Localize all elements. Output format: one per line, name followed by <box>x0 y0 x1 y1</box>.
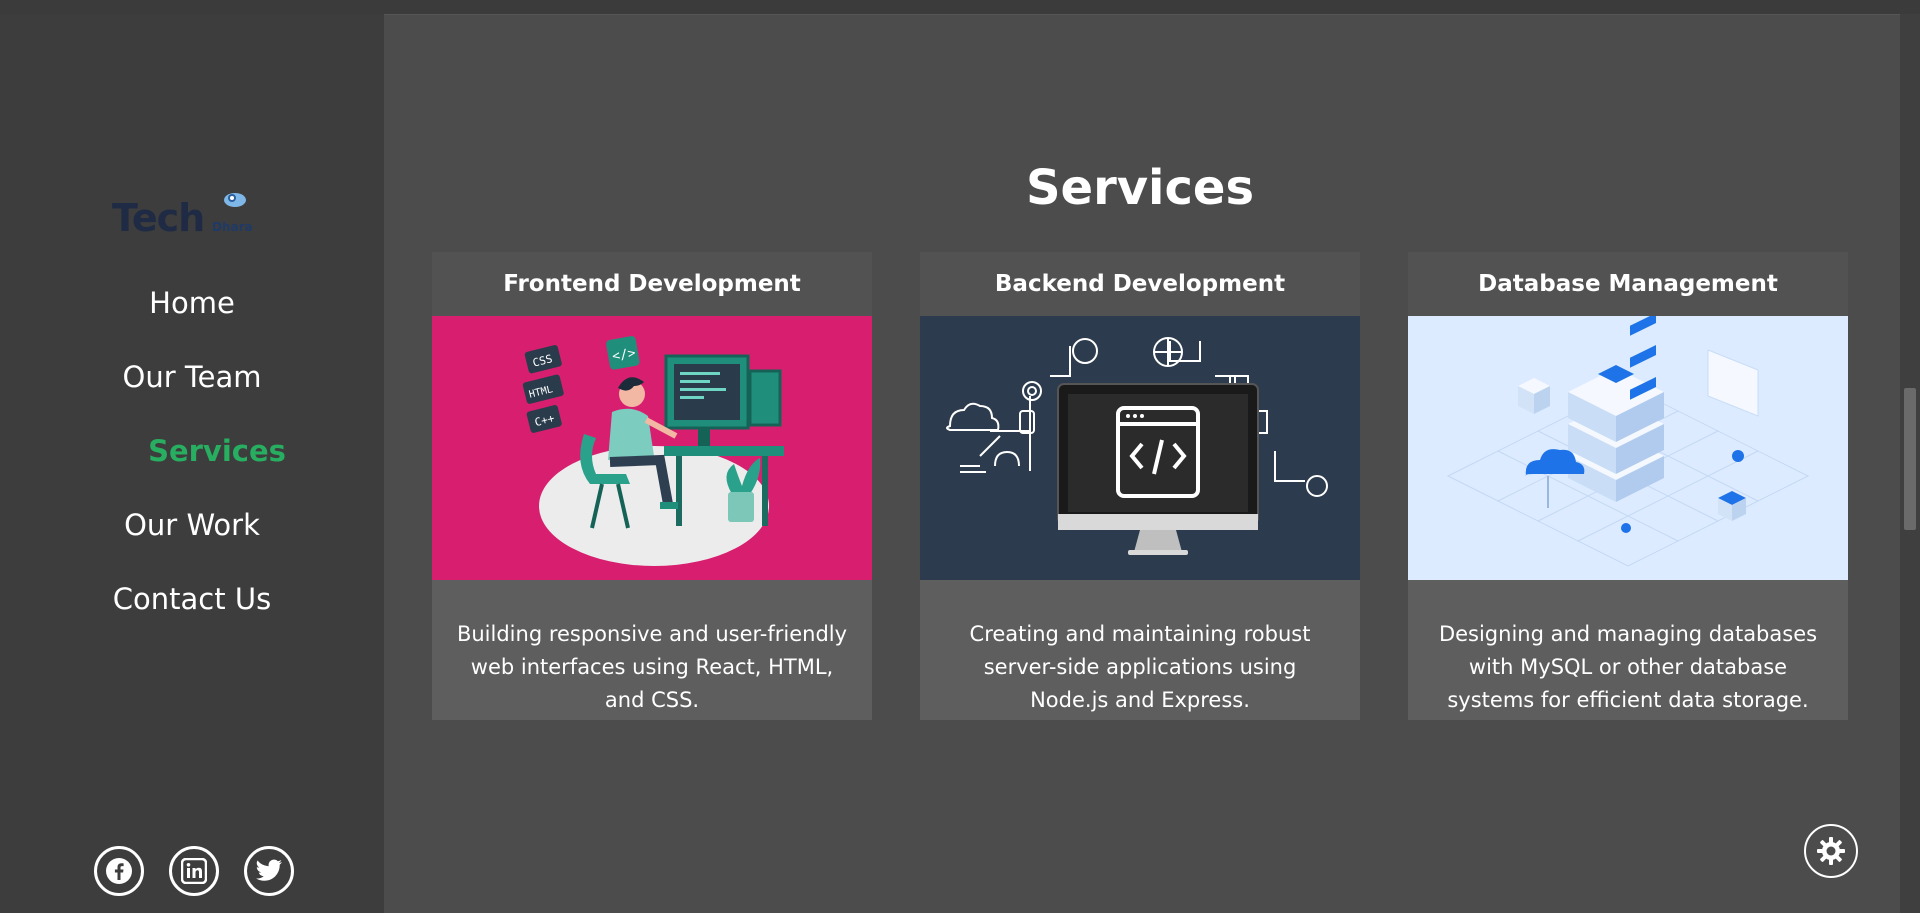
card-description: Building responsive and user-friendly we… <box>456 622 848 712</box>
twitter-icon <box>256 859 282 881</box>
brand-name: Tech <box>112 196 205 240</box>
linkedin-link[interactable] <box>169 846 219 896</box>
developer-at-desk-illustration: CSS HTML C++ </> <box>432 316 872 580</box>
gear-icon <box>1817 837 1845 865</box>
main-content: Services Frontend Development CSS HTML C… <box>384 14 1900 913</box>
logo-mark-icon <box>224 193 246 207</box>
nav-our-team[interactable]: Our Team <box>0 340 384 414</box>
facebook-icon <box>106 858 132 884</box>
card-description: Creating and maintaining robust server-s… <box>969 622 1311 712</box>
nav-contact-us[interactable]: Contact Us <box>0 562 384 636</box>
facebook-link[interactable] <box>94 846 144 896</box>
twitter-link[interactable] <box>244 846 294 896</box>
sidebar: Tech Dhara Home Our Team Services Our Wo… <box>0 14 384 913</box>
linkedin-icon <box>181 858 207 884</box>
server-database-illustration <box>1408 316 1848 580</box>
card-title: Frontend Development <box>432 252 872 316</box>
theme-toggle-button[interactable] <box>1804 824 1858 878</box>
main-nav: Home Our Team Services Our Work Contact … <box>0 266 384 636</box>
nav-home[interactable]: Home <box>0 266 384 340</box>
scrollbar-thumb[interactable] <box>1904 388 1916 530</box>
service-card-database: Database Management Designing and managi… <box>1408 252 1848 720</box>
browser-top-bar <box>0 0 1920 15</box>
card-title: Database Management <box>1408 252 1848 316</box>
brand-logo[interactable]: Tech Dhara <box>112 184 272 244</box>
nav-our-work[interactable]: Our Work <box>0 488 384 562</box>
card-description: Designing and managing databases with My… <box>1438 622 1818 712</box>
nav-services[interactable]: Services <box>0 414 384 488</box>
service-card-frontend: Frontend Development CSS HTML C++ </> Bu… <box>432 252 872 720</box>
social-links <box>94 846 294 896</box>
page-scrollbar[interactable] <box>1900 14 1920 913</box>
service-card-backend: Backend Development Creating and maintai… <box>920 252 1360 720</box>
brand-sub: Dhara <box>212 220 253 234</box>
section-title: Services <box>1025 160 1255 216</box>
monitor-code-illustration <box>920 316 1360 580</box>
card-title: Backend Development <box>920 252 1360 316</box>
